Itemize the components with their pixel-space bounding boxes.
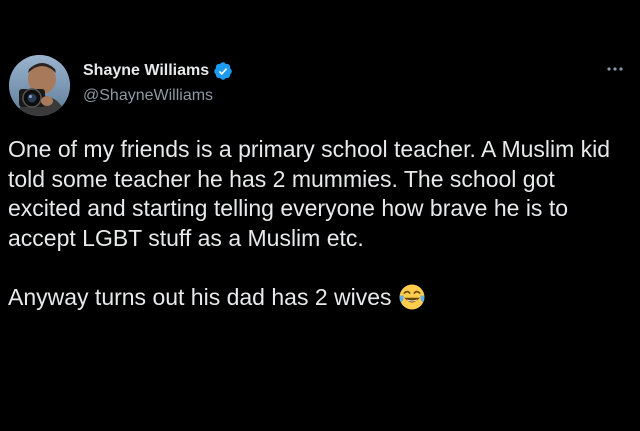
avatar[interactable] xyxy=(9,55,70,116)
tweet-card: Shayne Williams @ShayneWilliams One of m… xyxy=(0,0,640,431)
more-options-icon[interactable] xyxy=(604,62,626,76)
verified-badge-icon xyxy=(213,61,233,81)
tweet-paragraph-2-container: Anyway turns out his dad has 2 wives xyxy=(8,283,633,313)
author-name-row: Shayne Williams xyxy=(83,61,233,81)
face-with-tears-of-joy-emoji-icon xyxy=(398,283,426,311)
author-handle[interactable]: @ShayneWilliams xyxy=(83,87,213,105)
avatar-photo xyxy=(9,55,70,116)
tweet-paragraph-2: Anyway turns out his dad has 2 wives xyxy=(8,283,392,310)
author-display-name[interactable]: Shayne Williams xyxy=(83,62,209,80)
tweet-paragraph-1: One of my friends is a primary school te… xyxy=(8,136,611,251)
tweet-text: One of my friends is a primary school te… xyxy=(8,135,633,312)
